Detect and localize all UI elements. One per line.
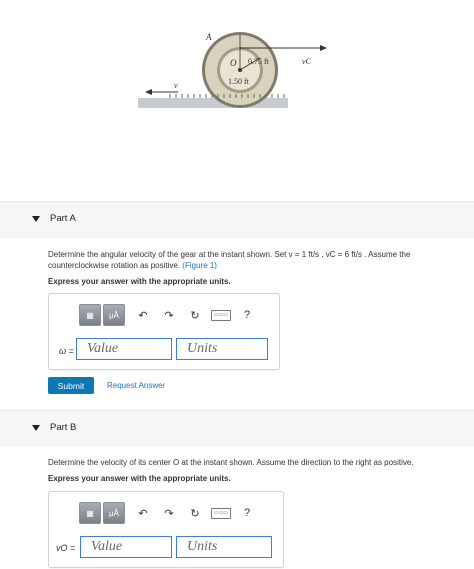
part-a-header[interactable]: Part A xyxy=(0,201,474,238)
collapse-triangle-icon[interactable] xyxy=(32,216,40,222)
part-a-value-input[interactable]: Value xyxy=(76,338,172,360)
part-a-express: Express your answer with the appropriate… xyxy=(48,277,231,286)
part-b-question: Determine the velocity of its center O a… xyxy=(48,458,414,467)
part-b-express: Express your answer with the appropriate… xyxy=(48,474,231,483)
ground-block xyxy=(138,98,288,108)
keyboard-icon: ▭▭▭ xyxy=(211,507,231,519)
template-button[interactable]: ▦ xyxy=(79,304,101,326)
omega-label: ω = xyxy=(59,346,74,356)
part-b-answer-editor: ▦ μÅ ↶ ↷ ↻ ▭▭▭ ? vO = Value Units xyxy=(48,491,284,568)
redo-icon[interactable]: ↷ xyxy=(159,305,179,325)
template-icon: ▦ xyxy=(86,310,94,320)
label-r-inner: 0.75 ft xyxy=(248,57,270,66)
vo-label: vO = xyxy=(56,543,76,553)
label-vc: vC xyxy=(302,57,312,66)
gear-figure: A O 0.75 ft 1.50 ft v vC xyxy=(130,20,350,115)
label-O: O xyxy=(230,58,237,68)
undo-icon[interactable]: ↶ xyxy=(133,503,153,523)
part-a-title: Part A xyxy=(50,213,76,224)
v-arrowhead xyxy=(145,89,152,95)
reset-icon[interactable]: ↻ xyxy=(185,305,205,325)
part-a-question-line2-wrap: counterclockwise rotation as positive. (… xyxy=(48,260,458,271)
part-a-units-input[interactable]: Units xyxy=(176,338,268,360)
part-b-units-input[interactable]: Units xyxy=(176,536,272,558)
help-icon[interactable]: ? xyxy=(237,503,257,523)
figure-link[interactable]: (Figure 1) xyxy=(182,261,217,270)
help-icon[interactable]: ? xyxy=(237,305,257,325)
label-A: A xyxy=(205,32,212,42)
part-b-header[interactable]: Part B xyxy=(0,410,474,447)
part-a-question: Determine the angular velocity of the ge… xyxy=(48,249,458,271)
template-icon: ▦ xyxy=(86,508,94,518)
label-v: v xyxy=(174,81,178,90)
label-r-outer: 1.50 ft xyxy=(228,77,250,86)
vc-arrowhead xyxy=(320,45,327,51)
keyboard-button[interactable]: ▭▭▭ xyxy=(211,503,231,523)
request-answer-link[interactable]: Request Answer xyxy=(107,381,165,390)
part-a-answer-editor: ▦ μÅ ↶ ↷ ↻ ▭▭▭ ? ω = Value Units xyxy=(48,293,280,370)
part-a-question-line2: counterclockwise rotation as positive. xyxy=(48,261,181,270)
undo-icon[interactable]: ↶ xyxy=(133,305,153,325)
keyboard-button[interactable]: ▭▭▭ xyxy=(211,305,231,325)
part-b-title: Part B xyxy=(50,422,77,433)
part-b-toolbar: ▦ μÅ ↶ ↷ ↻ ▭▭▭ ? xyxy=(79,502,257,524)
gear-diagram: A O 0.75 ft 1.50 ft v vC xyxy=(138,32,327,108)
units-button[interactable]: μÅ xyxy=(103,304,125,326)
part-b-value-input[interactable]: Value xyxy=(80,536,172,558)
part-a-question-line1: Determine the angular velocity of the ge… xyxy=(48,250,411,259)
part-a-toolbar: ▦ μÅ ↶ ↷ ↻ ▭▭▭ ? xyxy=(79,304,257,326)
submit-button[interactable]: Submit xyxy=(48,377,94,394)
keyboard-icon: ▭▭▭ xyxy=(211,309,231,321)
template-button[interactable]: ▦ xyxy=(79,502,101,524)
redo-icon[interactable]: ↷ xyxy=(159,503,179,523)
reset-icon[interactable]: ↻ xyxy=(185,503,205,523)
collapse-triangle-icon[interactable] xyxy=(32,425,40,431)
units-button[interactable]: μÅ xyxy=(103,502,125,524)
